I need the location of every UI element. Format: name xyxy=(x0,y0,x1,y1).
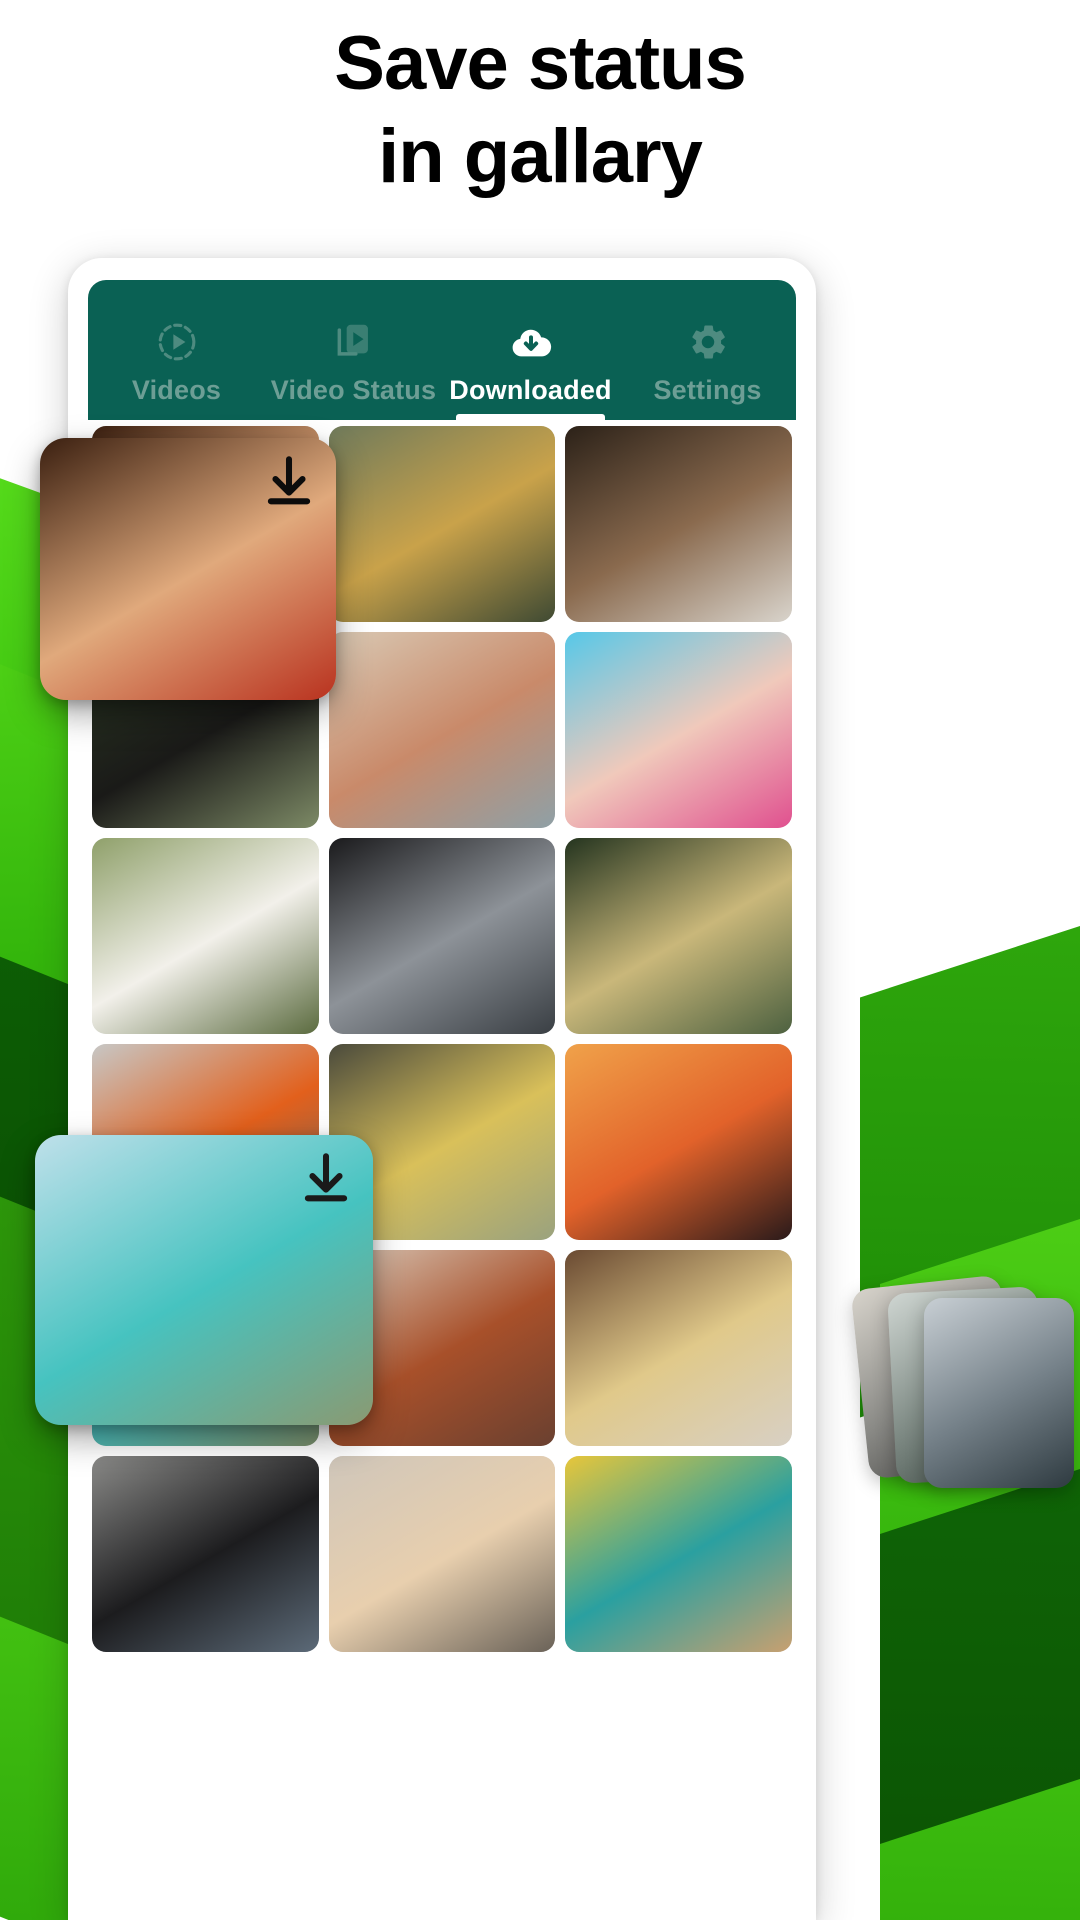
page-title: Save status in gallary xyxy=(0,18,1080,203)
gallery-item[interactable] xyxy=(565,1044,792,1240)
gallery-item-photo xyxy=(92,838,319,1034)
gallery-item-photo xyxy=(565,632,792,828)
gallery-item-photo xyxy=(565,1250,792,1446)
gallery-item-photo xyxy=(565,1456,792,1652)
video-stack-icon xyxy=(332,319,376,365)
floating-download-card-2[interactable] xyxy=(35,1135,373,1425)
gallery-item-photo xyxy=(565,1044,792,1240)
play-circle-dashed-icon xyxy=(155,319,199,365)
cloud-download-icon xyxy=(508,319,554,365)
gallery-item[interactable] xyxy=(92,1456,319,1652)
download-arrow-icon[interactable] xyxy=(297,1149,355,1207)
gallery-item-photo xyxy=(565,838,792,1034)
stacked-card-3 xyxy=(924,1298,1074,1488)
gallery-item-photo xyxy=(328,1456,556,1652)
floating-download-card-1[interactable] xyxy=(40,438,336,700)
gallery-item-photo xyxy=(328,838,556,1034)
gallery-item[interactable] xyxy=(328,632,556,828)
gallery-item[interactable] xyxy=(92,838,319,1034)
gallery-item[interactable] xyxy=(565,632,792,828)
gallery-item[interactable] xyxy=(565,838,792,1034)
tab-videos-label: Videos xyxy=(131,375,222,405)
gallery-item[interactable] xyxy=(565,426,792,622)
page-title-line-1: Save status xyxy=(334,21,746,106)
page-title-line-2: in gallary xyxy=(378,113,703,199)
tab-settings-label: Settings xyxy=(653,375,762,405)
gallery-item-photo xyxy=(328,632,556,828)
tab-video-status[interactable]: Video Status xyxy=(265,280,442,420)
gear-icon xyxy=(686,319,730,365)
gallery-item[interactable] xyxy=(565,1456,792,1652)
gallery-item[interactable] xyxy=(328,1456,556,1652)
gallery-item-photo xyxy=(328,426,556,622)
tab-settings[interactable]: Settings xyxy=(619,280,796,420)
tab-videos[interactable]: Videos xyxy=(88,280,265,420)
gallery-item[interactable] xyxy=(328,838,556,1034)
tab-downloaded-label: Downloaded xyxy=(449,375,612,405)
gallery-item[interactable] xyxy=(565,1250,792,1446)
gallery-item[interactable] xyxy=(328,426,556,622)
gallery-item-photo xyxy=(92,1456,319,1652)
download-arrow-icon[interactable] xyxy=(260,452,318,510)
gallery-item-photo xyxy=(565,426,792,622)
tab-bar: Videos Video Status Downloaded Settings xyxy=(88,280,796,420)
tab-video-status-label: Video Status xyxy=(270,375,437,405)
tab-active-indicator xyxy=(456,414,605,420)
tab-downloaded[interactable]: Downloaded xyxy=(442,280,619,420)
